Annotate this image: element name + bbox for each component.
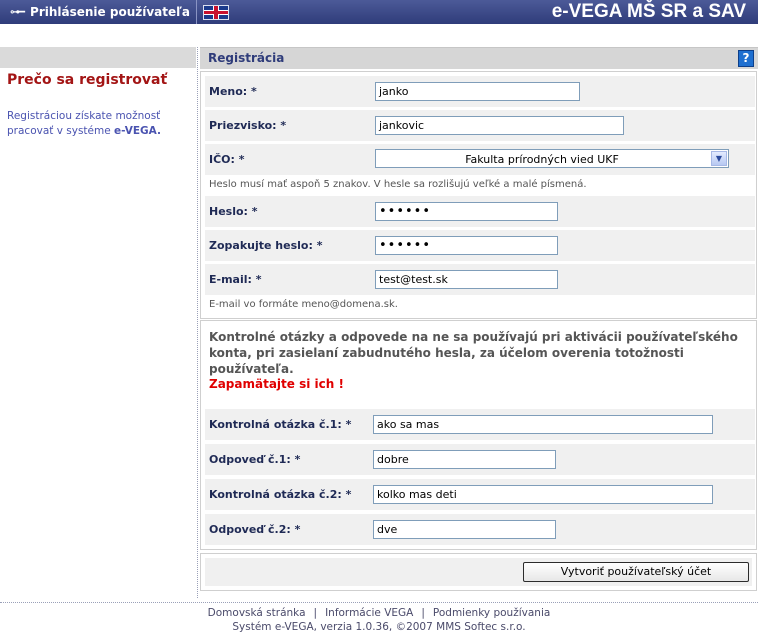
questions-info: Kontrolné otázky a odpovede na ne sa pou… — [209, 330, 738, 376]
footer-divider — [0, 602, 758, 603]
footer-link-home[interactable]: Domovská stránka — [208, 607, 306, 619]
priezvisko-label: Priezvisko: * — [209, 119, 287, 132]
heslo-input[interactable]: •••••• — [375, 202, 558, 221]
zopakujte-input[interactable]: •••••• — [375, 236, 558, 255]
why-register-text: Registráciou získate možnosť pracovať v … — [7, 110, 161, 137]
security-questions-panel: Kontrolné otázky a odpovede na ne sa pou… — [200, 320, 757, 550]
row-q1: Kontrolná otázka č.1: * ako sa mas — [205, 409, 755, 440]
brand-title: e-VEGA MŠ SR a SAV — [551, 1, 746, 22]
a1-label: Odpoveď č.1: * — [209, 453, 301, 466]
top-bar: ⊶━ Prihlásenie používateľa e-VEGA MŠ SR … — [0, 0, 758, 24]
login-label: Prihlásenie používateľa — [30, 5, 190, 19]
meno-label: Meno: * — [209, 85, 257, 98]
zopakujte-label: Zopakujte heslo: * — [209, 239, 323, 252]
personal-data-panel: Meno: * janko Priezvisko: * jankovic IČO… — [200, 71, 757, 319]
email-input[interactable]: test@test.sk — [375, 270, 558, 289]
footer-link-info[interactable]: Informácie VEGA — [325, 607, 413, 619]
ico-selected-value: Fakulta prírodných vied UKF — [465, 153, 619, 166]
help-icon[interactable]: ? — [738, 50, 754, 67]
remember-warning: Zapamätajte si ich ! — [209, 377, 344, 391]
row-email: E-mail: * test@test.sk — [205, 264, 755, 295]
footer-links: Domovská stránka | Informácie VEGA | Podmien… — [207, 607, 551, 619]
key-icon: ⊶━ — [10, 6, 25, 18]
row-zopakujte: Zopakujte heslo: * •••••• — [205, 230, 755, 261]
q2-input[interactable]: kolko mas deti — [373, 485, 713, 504]
ico-select[interactable]: Fakulta prírodných vied UKF ▼ — [375, 149, 729, 168]
a1-input[interactable]: dobre — [373, 450, 556, 469]
q2-label: Kontrolná otázka č.2: * — [209, 488, 352, 501]
row-q2: Kontrolná otázka č.2: * kolko mas deti — [205, 479, 755, 510]
row-priezvisko: Priezvisko: * jankovic — [205, 110, 755, 141]
why-register-title: Prečo sa registrovať — [7, 72, 168, 88]
password-note: Heslo musí mať aspoň 5 znakov. V hesle s… — [209, 179, 587, 190]
uk-flag-icon[interactable] — [203, 5, 229, 20]
submit-panel: Vytvoriť používateľský účet — [200, 553, 757, 591]
email-note: E-mail vo formáte meno@domena.sk. — [209, 299, 398, 310]
a2-input[interactable]: dve — [373, 520, 556, 539]
section-header: Registrácia ? — [200, 47, 758, 69]
row-a1: Odpoveď č.1: * dobre — [205, 444, 755, 475]
heslo-label: Heslo: * — [209, 205, 258, 218]
ico-label: IČO: * — [209, 153, 245, 166]
footer-copyright: Systém e-VEGA, verzia 1.0.36, ©2007 MMS … — [232, 621, 526, 633]
column-divider — [197, 47, 199, 598]
a2-label: Odpoveď č.2: * — [209, 523, 301, 536]
row-meno: Meno: * janko — [205, 76, 755, 107]
priezvisko-input[interactable]: jankovic — [375, 116, 624, 135]
row-a2: Odpoveď č.2: * dve — [205, 514, 755, 545]
create-account-button[interactable]: Vytvoriť používateľský účet — [523, 562, 749, 582]
email-label: E-mail: * — [209, 273, 262, 286]
footer-link-terms[interactable]: Podmienky používania — [433, 607, 550, 619]
row-ico: IČO: * Fakulta prírodných vied UKF ▼ — [205, 144, 755, 175]
chevron-down-icon[interactable]: ▼ — [711, 151, 727, 166]
left-column: Prečo sa registrovať Registráciou získat… — [0, 47, 196, 598]
row-heslo: Heslo: * •••••• — [205, 196, 755, 227]
login-link[interactable]: ⊶━ Prihlásenie používateľa — [0, 0, 197, 24]
q1-input[interactable]: ako sa mas — [373, 415, 713, 434]
left-header-bar — [0, 47, 196, 68]
section-title: Registrácia — [208, 51, 285, 65]
meno-input[interactable]: janko — [375, 82, 580, 101]
q1-label: Kontrolná otázka č.1: * — [209, 418, 352, 431]
